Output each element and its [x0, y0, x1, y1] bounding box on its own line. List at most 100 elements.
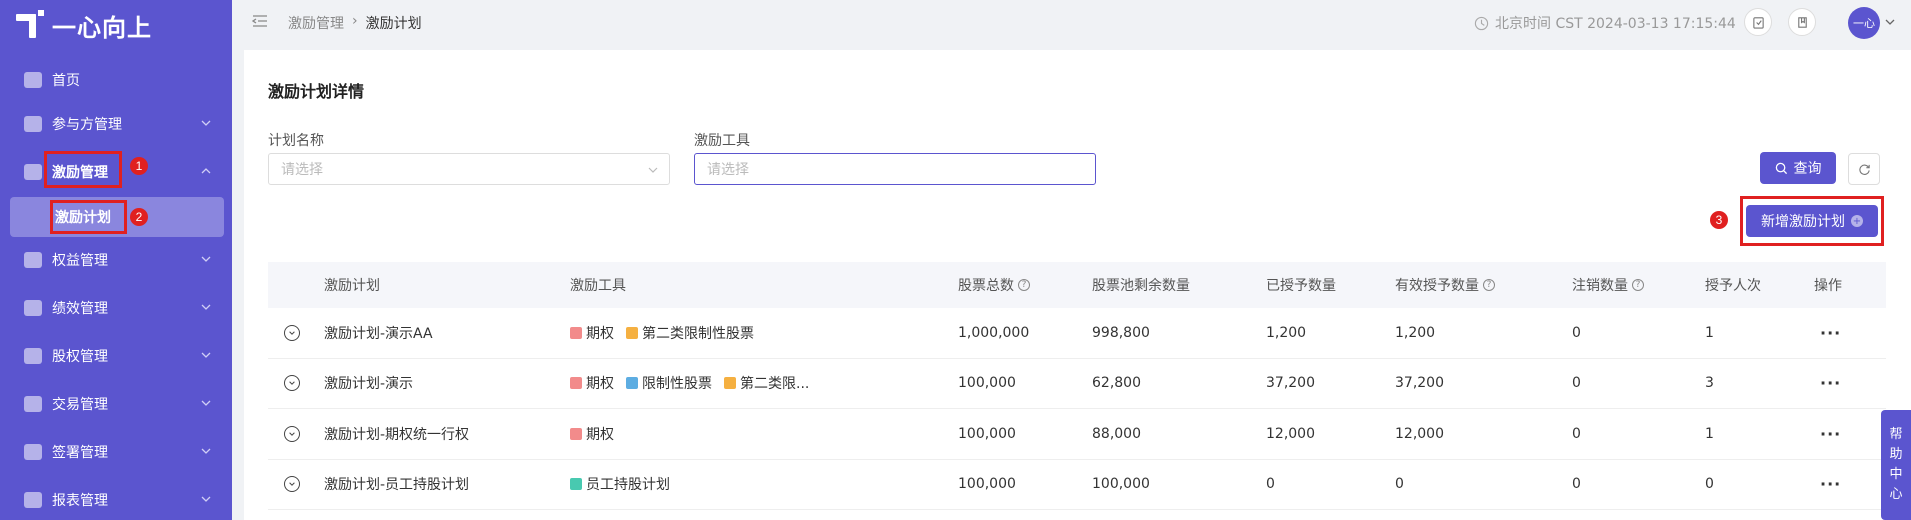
sidebar-item-equity[interactable]: 权益管理: [0, 241, 232, 279]
granted-cell: 0: [1266, 476, 1275, 493]
clock-text: 北京时间 CST 2024-03-13 17:15:44: [1495, 16, 1736, 32]
tool-type-icon: [570, 427, 582, 440]
cancelled-cell: 0: [1572, 476, 1581, 493]
avatar[interactable]: 一心: [1848, 7, 1880, 39]
header-granted: 已授予数量: [1266, 278, 1336, 294]
task-button[interactable]: [1744, 8, 1772, 36]
chevron-down-icon: [200, 397, 212, 409]
tool-tag: 第二类限制性股票: [626, 323, 754, 343]
server-clock: 北京时间 CST 2024-03-13 17:15:44: [1474, 13, 1736, 33]
cancelled-cell: 0: [1572, 324, 1581, 341]
brand-logo: 一心向上: [16, 8, 152, 42]
plan-name-cell[interactable]: 激励计划-员工持股计划: [324, 474, 469, 494]
breadcrumb-item[interactable]: 激励管理: [288, 13, 344, 33]
more-actions-icon[interactable]: ···: [1820, 424, 1841, 443]
annotation-badge-3: 3: [1710, 211, 1728, 229]
total-cell: 100,000: [958, 375, 1016, 392]
top-bar: 激励管理 › 激励计划 北京时间 CST 2024-03-13 17:15:44…: [232, 0, 1911, 44]
tool-cell: 期权 第二类限制性股票: [570, 323, 762, 343]
pool-cell: 88,000: [1092, 425, 1141, 442]
plan-name-cell[interactable]: 激励计划-演示AA: [324, 323, 433, 343]
plan-name-select[interactable]: 请选择: [268, 153, 670, 185]
total-cell: 100,000: [958, 476, 1016, 493]
tool-type-icon: [626, 326, 638, 339]
sidebar-item-label: 参与方管理: [52, 117, 122, 133]
more-actions-icon[interactable]: ···: [1820, 374, 1841, 393]
plan-name-cell[interactable]: 激励计划-期权统一行权: [324, 424, 469, 444]
pool-cell: 100,000: [1092, 476, 1150, 493]
menu-collapse-icon[interactable]: [251, 14, 268, 28]
help-icon[interactable]: ?: [1483, 279, 1495, 291]
tool-tag-label: 期权: [586, 376, 614, 393]
tool-select[interactable]: 请选择: [694, 153, 1096, 185]
help-icon[interactable]: ?: [1018, 279, 1030, 291]
chevron-down-icon[interactable]: [1884, 16, 1896, 28]
sidebar-item-trade[interactable]: 交易管理: [0, 385, 232, 423]
more-actions-icon[interactable]: ···: [1820, 475, 1841, 494]
more-actions-icon[interactable]: ···: [1820, 323, 1841, 342]
add-plan-button-label: 新增激励计划: [1761, 214, 1845, 230]
count-cell: 1: [1705, 324, 1714, 341]
table-row: 激励计划-期权统一行权 期权 100,000 88,000 12,000 12,000 0 1…: [268, 409, 1886, 460]
sidebar-item-performance[interactable]: 绩效管理: [0, 289, 232, 327]
plan-name-cell[interactable]: 激励计划-演示: [324, 373, 413, 393]
users-icon: [24, 116, 42, 132]
document-button[interactable]: [1788, 8, 1816, 36]
chevron-up-icon: [200, 165, 212, 177]
breadcrumb: 激励管理 › 激励计划: [288, 13, 422, 33]
annotation-badge-1: 1: [130, 157, 148, 175]
equity-icon: [24, 252, 42, 268]
incentive-plan-table: 激励计划 激励工具 股票总数? 股票池剩余数量 已授予数量 有效授予数量? 注销…: [268, 262, 1886, 510]
sidebar-item-sign[interactable]: 签署管理: [0, 433, 232, 471]
count-cell: 1: [1705, 425, 1714, 442]
annotation-badge-2: 2: [130, 208, 148, 226]
count-cell: 0: [1705, 476, 1714, 493]
tool-tag-label: 员工持股计划: [586, 477, 670, 494]
sidebar-item-label: 报表管理: [52, 493, 108, 509]
expand-row-icon[interactable]: [284, 476, 300, 493]
sidebar-item-shares[interactable]: 股权管理: [0, 337, 232, 375]
plan-name-placeholder: 请选择: [281, 162, 323, 178]
valid-cell: 37,200: [1395, 375, 1444, 392]
sidebar-item-label: 权益管理: [52, 253, 108, 269]
expand-row-icon[interactable]: [284, 324, 300, 341]
header-cancelled: 注销数量?: [1572, 275, 1644, 295]
sidebar-item-label: 交易管理: [52, 397, 108, 413]
header-cancelled-label: 注销数量: [1572, 278, 1628, 294]
header-tool: 激励工具: [570, 278, 626, 294]
sidebar-item-participants[interactable]: 参与方管理: [0, 105, 232, 143]
tool-tag-label: 期权: [586, 426, 614, 443]
tool-type-icon: [570, 326, 582, 339]
tool-cell: 期权: [570, 424, 622, 444]
table-row: 激励计划-员工持股计划 员工持股计划 100,000 100,000 0 0 0 0 ···: [268, 460, 1886, 510]
help-center-button[interactable]: 帮 助 中 心: [1881, 410, 1911, 520]
count-cell: 3: [1705, 375, 1714, 392]
tool-cell: 期权 限制性股票 第二类限...: [570, 373, 817, 393]
total-cell: 100,000: [958, 425, 1016, 442]
sidebar-item-label: 首页: [52, 73, 80, 89]
add-plan-button[interactable]: 新增激励计划 +: [1746, 205, 1878, 237]
header-plan: 激励计划: [324, 278, 380, 294]
expand-row-icon[interactable]: [284, 375, 300, 392]
total-cell: 1,000,000: [958, 324, 1030, 341]
table-body: 激励计划-演示AA 期权 第二类限制性股票 1,000,000 998,800 1,200…: [268, 308, 1886, 510]
header-actions: 操作: [1814, 278, 1842, 294]
tool-type-icon: [626, 377, 638, 390]
expand-row-icon[interactable]: [284, 425, 300, 442]
book-icon: [1797, 16, 1807, 28]
sidebar-item-home[interactable]: 首页: [0, 61, 232, 99]
query-button[interactable]: 查询: [1760, 152, 1836, 184]
header-total: 股票总数?: [958, 275, 1030, 295]
help-char: 中: [1889, 467, 1903, 482]
reset-button[interactable]: [1848, 153, 1880, 185]
granted-cell: 12,000: [1266, 425, 1315, 442]
tool-tag-label: 限制性股票: [642, 376, 712, 393]
chevron-down-icon: [200, 253, 212, 265]
table-row: 激励计划-演示AA 期权 第二类限制性股票 1,000,000 998,800 1,200…: [268, 308, 1886, 359]
help-icon[interactable]: ?: [1632, 279, 1644, 291]
plus-circle-icon: +: [1851, 215, 1863, 227]
sidebar-item-report[interactable]: 报表管理: [0, 481, 232, 519]
pool-cell: 62,800: [1092, 375, 1141, 392]
chevron-down-icon: [200, 349, 212, 361]
tool-type-icon: [724, 377, 736, 390]
